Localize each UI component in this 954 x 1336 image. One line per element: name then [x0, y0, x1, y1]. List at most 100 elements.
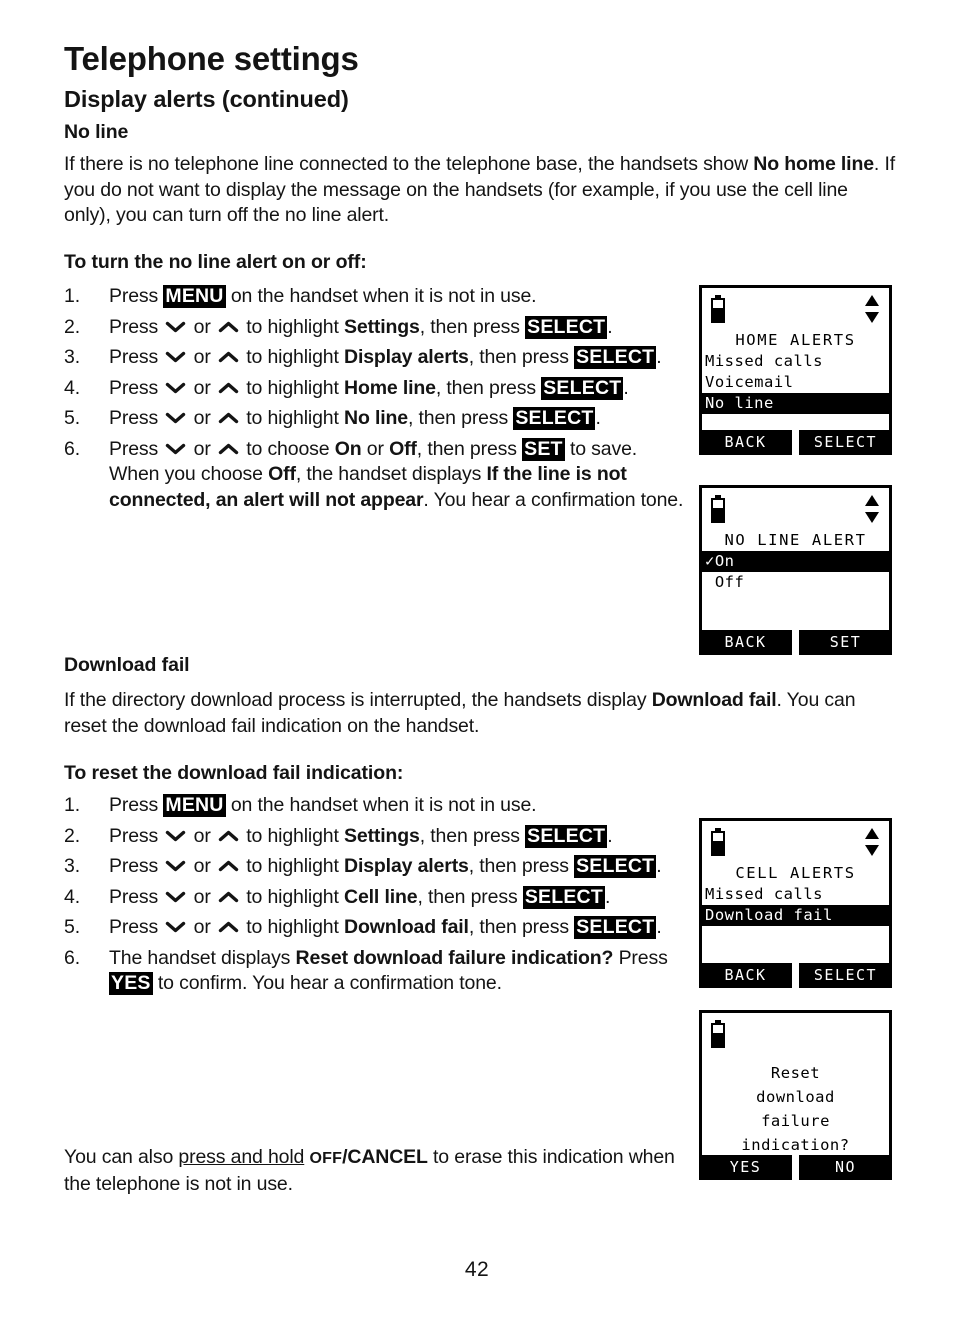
lcd-display-area: NO LINE ALERT ✓On Off [699, 485, 892, 630]
lcd-menu-item[interactable]: Missed calls [702, 351, 889, 372]
list-item: 6. Press or to choose On or Off, then pre… [64, 437, 684, 514]
chevron-down-icon [165, 411, 186, 425]
menu-item-name: Settings [344, 824, 420, 847]
lcd-softkey-bar: BACK SELECT [699, 963, 892, 988]
lcd-message-line: failure [761, 1112, 830, 1130]
step-text: , then press [435, 376, 542, 399]
step-text: or [188, 315, 216, 338]
chevron-down-icon [165, 442, 186, 456]
closing-underlined-phrase: press and hold [178, 1146, 305, 1168]
step-text: to highlight [240, 315, 345, 338]
lcd-menu-item[interactable]: Voicemail [702, 372, 889, 393]
battery-icon [711, 495, 725, 523]
list-item: 4. Press or to highlight Home line, then … [64, 376, 684, 402]
chevron-down-icon [165, 320, 186, 334]
manual-page: Telephone settings Display alerts (conti… [0, 0, 954, 1336]
screen-cell-alerts: CELL ALERTS Missed calls Download fail B… [699, 818, 892, 988]
step-number: 3. [64, 855, 80, 877]
step-text: Press [109, 824, 164, 847]
download-fail-procedure-heading: To reset the download fail indication: [64, 762, 404, 784]
download-fail-intro-text-1: If the directory download process is int… [64, 689, 652, 711]
lcd-menu-item[interactable]: Missed calls [702, 884, 889, 905]
step-number: 6. [64, 437, 80, 460]
menu-key[interactable]: MENU [163, 285, 226, 308]
lcd-message-line: download [756, 1088, 835, 1106]
option-off: Off [268, 463, 296, 485]
menu-item-name: Settings [344, 315, 420, 338]
chevron-down-icon [165, 829, 186, 843]
select-key[interactable]: SELECT [574, 916, 657, 939]
step-text: , then press [407, 407, 514, 429]
step-text: Press [109, 315, 164, 338]
softkey-set[interactable]: SET [799, 630, 892, 655]
softkey-yes[interactable]: YES [699, 1155, 792, 1180]
chevron-up-icon [218, 859, 239, 873]
lcd-text-rows: CELL ALERTS Missed calls Download fail [702, 863, 889, 926]
chapter-title: Telephone settings [64, 40, 359, 77]
step-text: , then press [468, 855, 575, 877]
step-text: , then press [417, 885, 523, 908]
lcd-title: NO LINE ALERT [724, 531, 867, 549]
list-item: 2. Press or to highlight Settings, then p… [64, 824, 684, 850]
lcd-option-on-selected[interactable]: ✓On [702, 551, 889, 572]
list-item: 1. Press MENU on the handset when it is n… [64, 793, 684, 819]
option-on: On [334, 437, 362, 460]
select-key[interactable]: SELECT [574, 855, 657, 878]
chevron-up-icon [218, 350, 239, 364]
select-key[interactable]: SELECT [525, 315, 608, 339]
list-item: 3. Press or to highlight Display alerts, … [64, 854, 684, 880]
lcd-menu-item-selected[interactable]: Download fail [702, 905, 889, 926]
lcd-option-off[interactable]: Off [702, 572, 889, 593]
select-key[interactable]: SELECT [522, 885, 605, 909]
off-cancel-key-label-small: OFF [309, 1150, 343, 1167]
select-key[interactable]: SELECT [574, 346, 657, 369]
no-line-section: No line [64, 120, 896, 144]
softkey-no[interactable]: NO [799, 1155, 892, 1180]
scroll-arrows-icon [864, 294, 880, 324]
step-text: . [656, 855, 662, 877]
chevron-up-icon [218, 890, 239, 904]
step-number: 4. [64, 885, 80, 908]
step-text: to highlight [240, 824, 345, 847]
yes-key[interactable]: YES [109, 972, 153, 995]
softkey-divider [792, 430, 799, 455]
step-text: . [623, 376, 629, 399]
select-key[interactable]: SELECT [541, 376, 624, 400]
step-text: or [361, 437, 390, 460]
no-line-intro-paragraph: If there is no telephone line connected … [64, 152, 896, 229]
step-text: Press [109, 346, 164, 368]
menu-item-name: Download fail [344, 916, 469, 938]
lcd-message-line: Reset [770, 1064, 821, 1082]
softkey-back[interactable]: BACK [699, 963, 792, 988]
softkey-select[interactable]: SELECT [799, 430, 892, 455]
step-text: Press [109, 376, 164, 399]
step-text: Press [109, 285, 164, 307]
step-text: or [188, 855, 216, 877]
handset-prompt: Reset download failure indication? [295, 946, 614, 969]
step-text: or [188, 885, 216, 908]
softkey-back[interactable]: BACK [699, 430, 792, 455]
chevron-up-icon [218, 411, 239, 425]
step-text: . [607, 315, 613, 338]
select-key[interactable]: SELECT [513, 407, 596, 430]
step-text: Press [613, 946, 668, 969]
chevron-up-icon [218, 920, 239, 934]
select-key[interactable]: SELECT [525, 824, 608, 848]
lcd-menu-item-selected[interactable]: No line [702, 393, 889, 414]
step-text: The handset displays [109, 946, 296, 969]
step-text: . [595, 407, 601, 429]
chevron-down-icon [165, 920, 186, 934]
step-number: 3. [64, 346, 80, 368]
download-fail-intro-paragraph: If the directory download process is int… [64, 688, 896, 739]
set-key[interactable]: SET [522, 437, 565, 461]
menu-key[interactable]: MENU [163, 794, 226, 817]
step-text: , then press [419, 315, 526, 338]
softkey-select[interactable]: SELECT [799, 963, 892, 988]
softkey-back[interactable]: BACK [699, 630, 792, 655]
download-fail-heading: Download fail [64, 654, 190, 676]
step-number: 6. [64, 946, 80, 969]
screen-no-line-alert: NO LINE ALERT ✓On Off BACK SET [699, 485, 892, 655]
step-text: , the handset displays [295, 463, 487, 485]
no-line-steps-wrap: 1. Press MENU on the handset when it is n… [64, 284, 684, 518]
download-fail-section: Download fail [64, 653, 896, 677]
